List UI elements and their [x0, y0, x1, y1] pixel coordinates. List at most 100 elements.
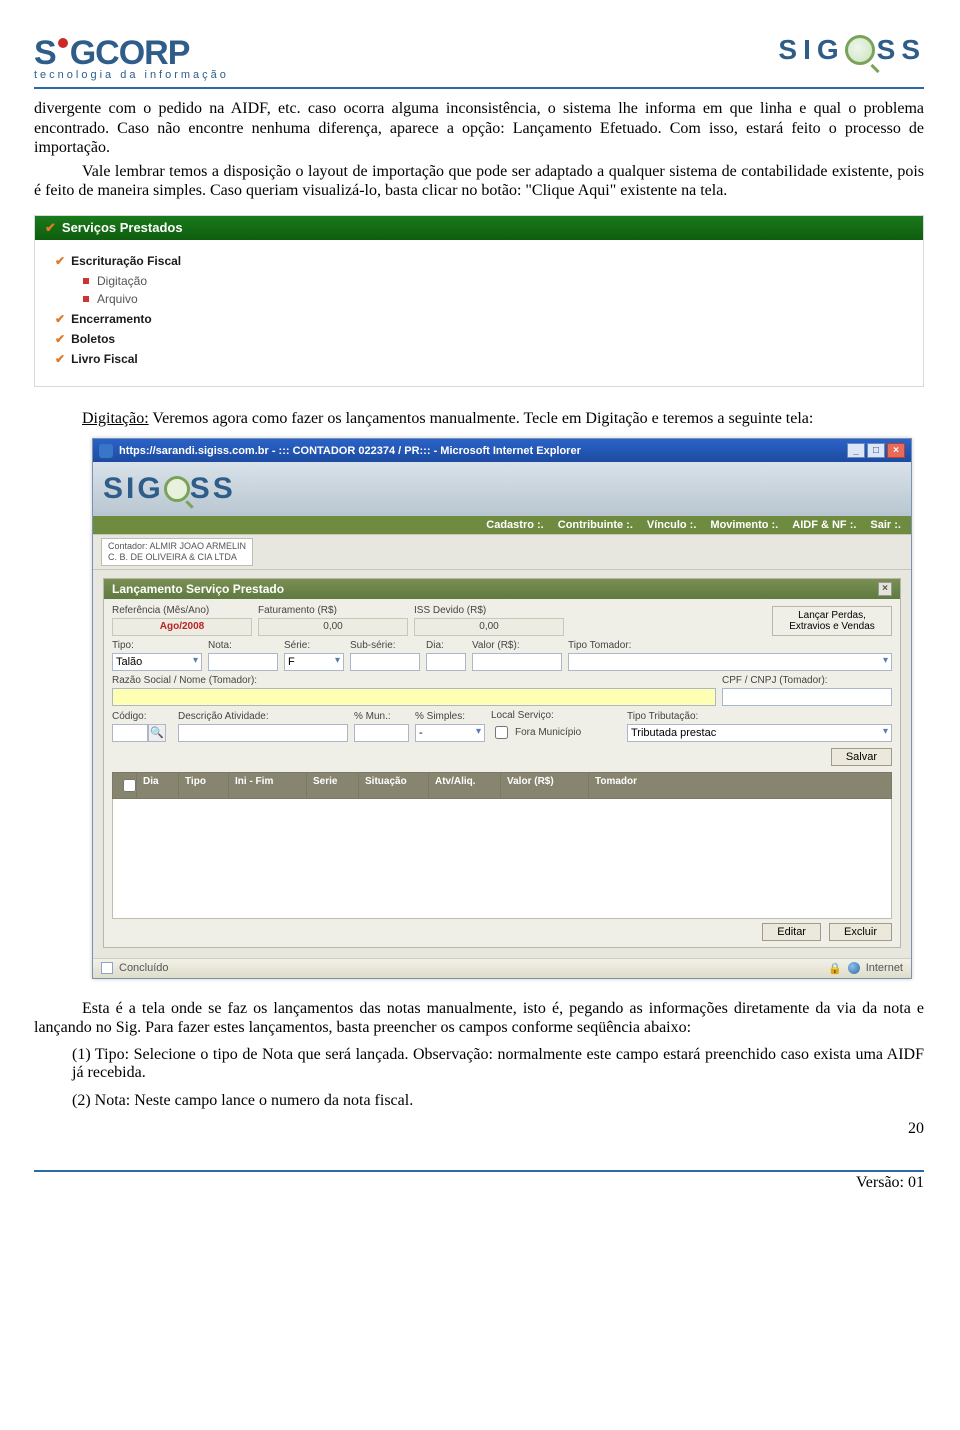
cpfcnpj-label: CPF / CNPJ (Tomador):	[722, 675, 892, 686]
panel-title-text: Lançamento Serviço Prestado	[112, 582, 284, 596]
menu-sair[interactable]: Sair :.	[870, 519, 901, 531]
brand-left: SGCORP	[34, 34, 229, 73]
serie-label: Série:	[284, 640, 344, 651]
paragraph-2: Vale lembrar temos a disposição o layout…	[34, 162, 924, 201]
brand-left-tag: tecnologia da informação	[34, 69, 229, 81]
menu-aidf[interactable]: AIDF & NF :.	[792, 519, 856, 531]
logo-left: SGCORP tecnologia da informação	[34, 34, 229, 81]
user-card: Contador: ALMIR JOAO ARMELIN C. B. DE OL…	[101, 538, 253, 566]
tipotom-select[interactable]	[568, 653, 892, 671]
paragraph-1: divergente com o pedido na AIDF, etc. ca…	[34, 99, 924, 158]
version-label: Versão: 01	[856, 1174, 924, 1192]
codigo-label: Código:	[112, 711, 172, 722]
fat-value: 0,00	[258, 618, 408, 636]
fora-label: Fora Município	[515, 727, 581, 738]
app-window: https://sarandi.sigiss.com.br - ::: CONT…	[92, 438, 912, 979]
list-item-2: (2) Nota: Neste campo lance o numero da …	[72, 1092, 924, 1110]
grid-checkall[interactable]	[123, 779, 136, 792]
razao-label: Razão Social / Nome (Tomador):	[112, 675, 716, 686]
nota-input[interactable]	[208, 653, 278, 671]
paragraph-3-rest: Veremos agora como fazer os lançamentos …	[149, 410, 814, 427]
ref-label: Referência (Mês/Ano)	[112, 605, 252, 616]
paragraph-3-lead: Digitação:	[82, 410, 149, 427]
window-titlebar: https://sarandi.sigiss.com.br - ::: CONT…	[93, 439, 911, 462]
tipo-select[interactable]	[112, 653, 202, 671]
nota-label: Nota:	[208, 640, 278, 651]
paragraph-3: Digitação: Veremos agora como fazer os l…	[34, 409, 924, 429]
app-header: SIG SS	[93, 462, 911, 516]
fora-checkbox[interactable]	[495, 726, 508, 739]
sidebar-item-encerramento[interactable]: Encerramento	[55, 312, 913, 326]
menu-cadastro[interactable]: Cadastro :.	[486, 519, 543, 531]
tipotrib-select[interactable]	[627, 724, 892, 742]
grid-col-valor: Valor (R$)	[501, 773, 589, 798]
lock-icon: 🔒	[828, 962, 842, 975]
valor-label: Valor (R$):	[472, 640, 562, 651]
minimize-button[interactable]: _	[847, 443, 865, 458]
close-button[interactable]: ×	[887, 443, 905, 458]
ref-value: Ago/2008	[112, 618, 252, 636]
iss-label: ISS Devido (R$)	[414, 605, 564, 616]
subserie-input[interactable]	[350, 653, 420, 671]
tipotom-label: Tipo Tomador:	[568, 640, 892, 651]
panel-close-button[interactable]: ×	[878, 582, 892, 596]
grid-col-tipo: Tipo	[179, 773, 229, 798]
menu-vinculo[interactable]: Vínculo :.	[647, 519, 697, 531]
panel-lancamento: Lançamento Serviço Prestado × Referência…	[103, 578, 901, 948]
grid-col-check[interactable]	[113, 773, 137, 798]
localserv-label: Local Serviço:	[491, 710, 621, 721]
tipo-label: Tipo:	[112, 640, 202, 651]
sidebar-item-boletos[interactable]: Boletos	[55, 332, 913, 346]
iss-value: 0,00	[414, 618, 564, 636]
cpfcnpj-input[interactable]	[722, 688, 892, 706]
editar-button[interactable]: Editar	[762, 923, 821, 941]
desc-label: Descrição Atividade:	[178, 711, 348, 722]
subserie-label: Sub-série:	[350, 640, 420, 651]
codigo-input[interactable]	[112, 724, 148, 742]
grid-header: Dia Tipo Ini - Fim Serie Situação Atv/Al…	[112, 772, 892, 799]
globe-icon	[848, 962, 860, 974]
razao-input[interactable]	[112, 688, 716, 706]
excluir-button[interactable]: Excluir	[829, 923, 892, 941]
user-line1: Contador: ALMIR JOAO ARMELIN	[108, 541, 246, 552]
magnify-icon	[164, 476, 190, 502]
valor-input[interactable]	[472, 653, 562, 671]
search-icon[interactable]: 🔍	[148, 724, 166, 742]
pmun-input[interactable]	[354, 724, 409, 742]
window-title-text: https://sarandi.sigiss.com.br - ::: CONT…	[119, 445, 581, 457]
magnify-icon	[845, 35, 875, 65]
grid-col-inifim: Ini - Fim	[229, 773, 307, 798]
sidebar-subitem-arquivo[interactable]: Arquivo	[83, 292, 913, 306]
dia-input[interactable]	[426, 653, 466, 671]
sidebar-screenshot: Serviços Prestados Escrituração Fiscal D…	[34, 215, 924, 387]
page-header: SGCORP tecnologia da informação SIG SS	[34, 34, 924, 89]
list-item-1: (1) Tipo: Selecione o tipo de Nota que s…	[72, 1046, 924, 1082]
desc-input[interactable]	[178, 724, 348, 742]
sidebar-subitem-digitacao[interactable]: Digitação	[83, 274, 913, 288]
psim-label: % Simples:	[415, 711, 485, 722]
maximize-button[interactable]: □	[867, 443, 885, 458]
serie-select[interactable]	[284, 653, 344, 671]
perdas-button[interactable]: Lançar Perdas, Extravios e Vendas	[772, 606, 892, 636]
menu-contribuinte[interactable]: Contribuinte :.	[558, 519, 633, 531]
menu-movimento[interactable]: Movimento :.	[710, 519, 778, 531]
pmun-label: % Mun.:	[354, 711, 409, 722]
page-icon	[101, 962, 113, 974]
grid-col-tomador: Tomador	[589, 773, 891, 798]
psim-select[interactable]	[415, 724, 485, 742]
fat-label: Faturamento (R$)	[258, 605, 408, 616]
sidebar-title: Serviços Prestados	[35, 216, 923, 240]
sidebar-item-livro[interactable]: Livro Fiscal	[55, 352, 913, 366]
grid-body[interactable]	[112, 799, 892, 919]
grid-col-serie: Serie	[307, 773, 359, 798]
page-footer: Versão: 01	[34, 1170, 924, 1192]
grid-col-atv: Atv/Aliq.	[429, 773, 501, 798]
sidebar-item-escrituracao[interactable]: Escrituração Fiscal	[55, 254, 913, 268]
main-menu: Cadastro :. Contribuinte :. Vínculo :. M…	[93, 516, 911, 534]
user-strip: Contador: ALMIR JOAO ARMELIN C. B. DE OL…	[93, 534, 911, 570]
numbered-list: (1) Tipo: Selecione o tipo de Nota que s…	[72, 1046, 924, 1110]
status-text: Concluído	[119, 962, 169, 974]
salvar-button[interactable]: Salvar	[831, 748, 892, 766]
user-line2: C. B. DE OLIVEIRA & CIA LTDA	[108, 552, 246, 563]
grid-col-dia: Dia	[137, 773, 179, 798]
